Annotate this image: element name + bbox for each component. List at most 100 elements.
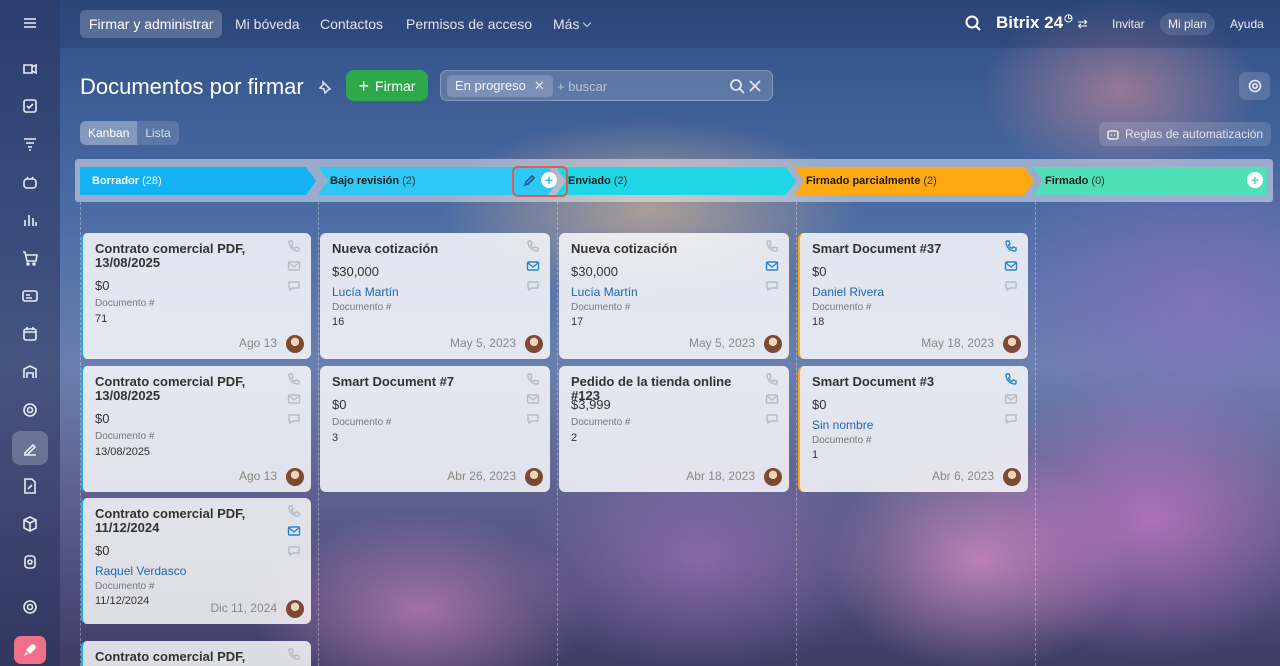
tab-firmar-y-administrar[interactable]: Firmar y administrar <box>80 10 223 38</box>
stage-enviado[interactable]: Enviado (2) <box>556 167 796 195</box>
inventory-icon[interactable] <box>12 355 48 389</box>
avatar[interactable] <box>764 468 782 486</box>
stage-borrador[interactable]: Borrador (28) <box>80 167 316 195</box>
chat-icon[interactable] <box>1004 412 1020 428</box>
card-contact[interactable]: Daniel Rivera <box>812 285 884 299</box>
phone-icon[interactable] <box>526 372 542 388</box>
card-title[interactable]: Contrato comercial PDF, <box>95 650 275 664</box>
kanban-card[interactable]: Contrato comercial PDF, 13/08/2025 $0 Do… <box>81 233 311 359</box>
kanban-card[interactable]: Smart Document #3 $0 Sin nombre Document… <box>798 366 1028 492</box>
chat-icon[interactable] <box>526 279 542 295</box>
search-icon[interactable] <box>964 14 982 32</box>
avatar[interactable] <box>286 335 304 353</box>
documents-icon[interactable] <box>12 469 48 503</box>
pin-icon[interactable] <box>318 80 332 95</box>
settings-toggle-icon[interactable]: ⇄ <box>1078 17 1088 31</box>
stage-firmado[interactable]: Firmado (0) <box>1033 167 1267 195</box>
phone-icon[interactable] <box>287 239 303 255</box>
card-title[interactable]: Smart Document #3 <box>812 375 992 389</box>
invite-button[interactable]: Invitar <box>1104 13 1153 35</box>
card-title[interactable]: Nueva cotización <box>332 242 512 256</box>
card-title[interactable]: Contrato comercial PDF, 13/08/2025 <box>95 242 275 270</box>
card-title[interactable]: Contrato comercial PDF, 13/08/2025 <box>95 375 275 403</box>
vault-icon[interactable] <box>12 545 48 579</box>
view-lista[interactable]: Lista <box>137 121 178 145</box>
mail-icon[interactable] <box>287 259 303 275</box>
avatar[interactable] <box>525 335 543 353</box>
card-title[interactable]: Smart Document #7 <box>332 375 512 389</box>
chat-icon[interactable] <box>765 279 781 295</box>
calendar-icon[interactable] <box>12 317 48 351</box>
analytics-icon[interactable] <box>12 203 48 237</box>
chat-icon[interactable] <box>287 544 303 560</box>
kanban-card[interactable]: Smart Document #7 $0 Documento # 3 Abr 2… <box>320 366 550 492</box>
gear-icon[interactable] <box>1239 72 1270 100</box>
add-stage-icon[interactable]: + <box>1247 172 1263 188</box>
card-contact[interactable]: Lucía Martín <box>332 285 399 299</box>
kanban-card[interactable]: Smart Document #37 $0 Daniel Rivera Docu… <box>798 233 1028 359</box>
my-plan-button[interactable]: Mi plan <box>1160 13 1215 35</box>
mail-icon[interactable] <box>765 392 781 408</box>
avatar[interactable] <box>286 600 304 618</box>
clear-icon[interactable] <box>747 78 763 94</box>
mail-icon[interactable] <box>287 392 303 408</box>
chat-icon[interactable] <box>1004 279 1020 295</box>
filter-box[interactable]: En progreso ✕ <box>440 70 773 101</box>
avatar[interactable] <box>1003 468 1021 486</box>
avatar[interactable] <box>286 468 304 486</box>
card-title[interactable]: Nueva cotización <box>571 242 751 256</box>
sign-icon[interactable] <box>12 431 48 465</box>
settings-icon[interactable] <box>12 590 48 624</box>
kanban-card[interactable]: Nueva cotización $30,000 Lucía Martín Do… <box>559 233 789 359</box>
card-contact[interactable]: Sin nombre <box>812 418 873 432</box>
mail-icon[interactable] <box>526 392 542 408</box>
avatar[interactable] <box>764 335 782 353</box>
tab-mas[interactable]: Más <box>544 10 599 38</box>
avatar[interactable] <box>525 468 543 486</box>
mail-icon[interactable] <box>287 524 303 540</box>
tab-contactos[interactable]: Contactos <box>311 10 392 38</box>
chat-icon[interactable] <box>287 412 303 428</box>
card-title[interactable]: Smart Document #37 <box>812 242 992 256</box>
contacts-icon[interactable] <box>12 279 48 313</box>
kanban-card[interactable]: Contrato comercial PDF, <box>81 641 311 666</box>
avatar[interactable] <box>1003 335 1021 353</box>
view-kanban[interactable]: Kanban <box>80 121 138 145</box>
target-icon[interactable] <box>12 393 48 427</box>
chat-icon[interactable] <box>765 412 781 428</box>
chat-icon[interactable] <box>526 412 542 428</box>
card-contact[interactable]: Raquel Verdasco <box>95 564 186 578</box>
mail-icon[interactable] <box>1004 259 1020 275</box>
filter-chip[interactable]: En progreso ✕ <box>447 75 553 97</box>
phone-icon[interactable] <box>287 504 303 520</box>
phone-icon[interactable] <box>526 239 542 255</box>
help-button[interactable]: Ayuda <box>1222 13 1272 35</box>
sign-button[interactable]: + Firmar <box>346 70 428 101</box>
phone-icon[interactable] <box>765 239 781 255</box>
search-icon[interactable] <box>729 78 745 94</box>
stage-firmado-parcialmente[interactable]: Firmado parcialmente (2) <box>794 167 1034 195</box>
card-title[interactable]: Contrato comercial PDF, 11/12/2024 <box>95 507 275 535</box>
mail-icon[interactable] <box>1004 392 1020 408</box>
search-input[interactable] <box>557 77 717 95</box>
tab-mi-boveda[interactable]: Mi bóveda <box>226 10 309 38</box>
bot-icon[interactable] <box>12 165 48 199</box>
phone-icon[interactable] <box>287 372 303 388</box>
kanban-card[interactable]: Pedido de la tienda online #123 $3,999 D… <box>559 366 789 492</box>
automation-rules-button[interactable]: Reglas de automatización <box>1099 122 1272 146</box>
crm-icon[interactable] <box>12 127 48 161</box>
card-contact[interactable]: Lucía Martín <box>571 285 638 299</box>
close-icon[interactable]: ✕ <box>534 78 545 93</box>
phone-icon[interactable] <box>1004 239 1020 255</box>
rocket-icon[interactable] <box>14 636 46 664</box>
phone-icon[interactable] <box>287 647 303 663</box>
phone-icon[interactable] <box>765 372 781 388</box>
kanban-card[interactable]: Contrato comercial PDF, 13/08/2025 $0 Do… <box>81 366 311 492</box>
kanban-card[interactable]: Nueva cotización $30,000 Lucía Martín Do… <box>320 233 550 359</box>
chat-icon[interactable] <box>287 279 303 295</box>
cube-icon[interactable] <box>12 507 48 541</box>
phone-icon[interactable] <box>1004 372 1020 388</box>
tasks-icon[interactable] <box>12 89 48 123</box>
tab-permisos-de-acceso[interactable]: Permisos de acceso <box>397 10 541 38</box>
shop-icon[interactable] <box>12 241 48 275</box>
